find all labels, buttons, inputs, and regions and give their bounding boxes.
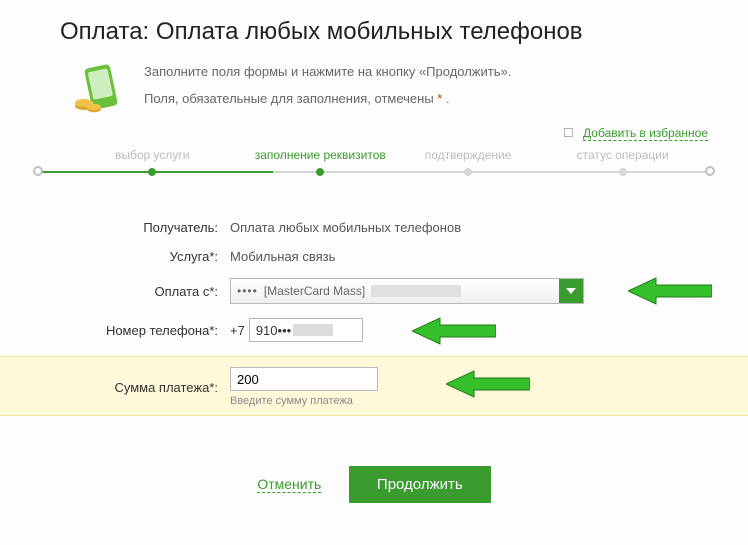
service-label: Услуга*: bbox=[40, 249, 230, 264]
service-value: Мобильная связь bbox=[230, 249, 335, 264]
recipient-label: Получатель: bbox=[40, 220, 230, 235]
amount-row: Сумма платежа*: Введите сумму платежа bbox=[40, 367, 708, 407]
amount-label: Сумма платежа*: bbox=[40, 380, 230, 395]
continue-button[interactable]: Продолжить bbox=[349, 466, 491, 503]
intro-block: Заполните поля формы и нажмите на кнопку… bbox=[0, 52, 748, 120]
phone-coins-icon bbox=[72, 62, 126, 116]
card-mask-dots: •••• bbox=[237, 284, 258, 298]
card-name: [MasterCard Mass] bbox=[264, 284, 365, 298]
phone-input[interactable]: 910••• bbox=[249, 318, 363, 342]
card-masked-rest bbox=[371, 285, 461, 297]
dropdown-arrow-icon[interactable] bbox=[559, 279, 583, 303]
step-label: выбор услуги bbox=[115, 148, 190, 162]
pay-from-row: Оплата с*: •••• [MasterCard Mass] bbox=[40, 278, 708, 304]
add-favorite-link[interactable]: Добавить в избранное bbox=[583, 126, 708, 141]
intro-line1: Заполните поля формы и нажмите на кнопку… bbox=[144, 62, 511, 83]
favorites-bar: ☐ Добавить в избранное bbox=[0, 120, 748, 148]
service-row: Услуга*: Мобильная связь bbox=[40, 249, 708, 264]
amount-row-highlight: Сумма платежа*: Введите сумму платежа bbox=[0, 356, 748, 416]
step-label: статус операции bbox=[577, 148, 669, 162]
recipient-value: Оплата любых мобильных телефонов bbox=[230, 220, 461, 235]
phone-label: Номер телефона*: bbox=[40, 323, 230, 338]
bookmark-icon: ☐ bbox=[563, 126, 574, 140]
page-title: Оплата: Оплата любых мобильных телефонов bbox=[0, 0, 748, 52]
phone-masked-rest bbox=[293, 324, 333, 336]
cancel-button[interactable]: Отменить bbox=[257, 476, 321, 493]
card-select[interactable]: •••• [MasterCard Mass] bbox=[230, 278, 584, 304]
intro-text: Заполните поля формы и нажмите на кнопку… bbox=[144, 62, 511, 116]
intro-line2: Поля, обязательные для заполнения, отмеч… bbox=[144, 89, 511, 110]
amount-input[interactable] bbox=[230, 367, 378, 391]
recipient-row: Получатель: Оплата любых мобильных телеф… bbox=[40, 220, 708, 235]
phone-row: Номер телефона*: +7 910••• bbox=[40, 318, 708, 342]
step-label: заполнение реквизитов bbox=[255, 148, 386, 162]
annotation-arrow-icon bbox=[412, 316, 496, 346]
action-bar: Отменить Продолжить bbox=[0, 466, 748, 503]
pay-from-label: Оплата с*: bbox=[40, 284, 230, 299]
payment-form: Получатель: Оплата любых мобильных телеф… bbox=[0, 210, 748, 416]
step-label: подтверждение bbox=[425, 148, 512, 162]
amount-hint: Введите сумму платежа bbox=[230, 395, 378, 407]
progress-stepper: выбор услуги заполнение реквизитов подтв… bbox=[38, 162, 710, 182]
annotation-arrow-icon bbox=[628, 276, 712, 306]
phone-value: 910••• bbox=[256, 323, 291, 338]
annotation-arrow-icon bbox=[446, 369, 530, 399]
phone-prefix: +7 bbox=[230, 323, 245, 338]
